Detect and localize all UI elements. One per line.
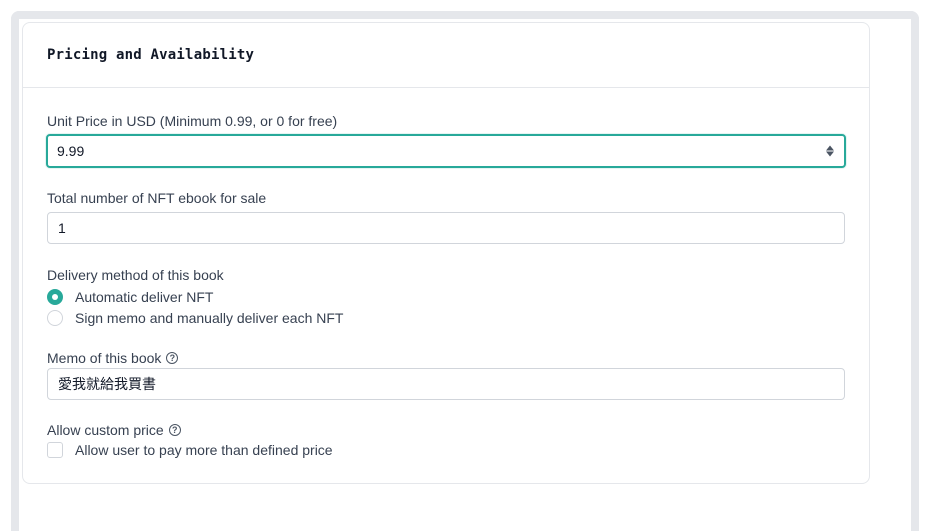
custom-price-label-text: Allow custom price [47,422,164,438]
quantity-label: Total number of NFT ebook for sale [47,190,266,206]
delivery-option-automatic-label: Automatic deliver NFT [75,289,214,305]
custom-price-label: Allow custom price ? [47,422,181,438]
question-circle-icon[interactable]: ? [166,352,179,364]
pricing-card: Pricing and Availability Unit Price in U… [22,22,870,484]
quantity-value: 1 [58,220,66,236]
unit-price-value: 9.99 [57,143,85,159]
memo-input[interactable]: 愛我就給我買書 [47,368,845,400]
custom-price-checkbox-label: Allow user to pay more than defined pric… [75,442,333,458]
quantity-label-text: Total number of NFT ebook for sale [47,190,267,206]
unit-price-input[interactable]: 9.99 [46,134,846,168]
quantity-input[interactable]: 1 [47,212,845,244]
memo-value: 愛我就給我買書 [58,376,156,392]
delivery-option-manual[interactable]: Sign memo and manually deliver each NFT [47,310,343,326]
card-header: Pricing and Availability [23,23,869,88]
stepper-up-icon[interactable] [826,145,834,151]
delivery-option-automatic[interactable]: Automatic deliver NFT [47,289,213,305]
checkbox-unchecked-icon[interactable] [47,442,63,458]
radio-unchecked-icon[interactable] [47,310,63,326]
unit-price-label-text: Unit Price in USD (Minimum 0.99, or 0 fo… [47,113,338,129]
section-title: Pricing and Availability [47,47,255,63]
question-circle-icon[interactable]: ? [168,424,181,436]
radio-checked-icon[interactable] [47,289,63,305]
delivery-label-text: Delivery method of this book [47,267,224,283]
delivery-label: Delivery method of this book [47,267,224,283]
delivery-option-manual-label: Sign memo and manually deliver each NFT [75,310,344,326]
custom-price-option[interactable]: Allow user to pay more than defined pric… [47,442,333,458]
stepper-down-icon[interactable] [826,151,834,157]
memo-label-text: Memo of this book [47,350,162,366]
memo-label: Memo of this book ? [47,350,179,366]
number-stepper[interactable] [826,145,834,157]
unit-price-label: Unit Price in USD (Minimum 0.99, or 0 fo… [47,113,337,129]
